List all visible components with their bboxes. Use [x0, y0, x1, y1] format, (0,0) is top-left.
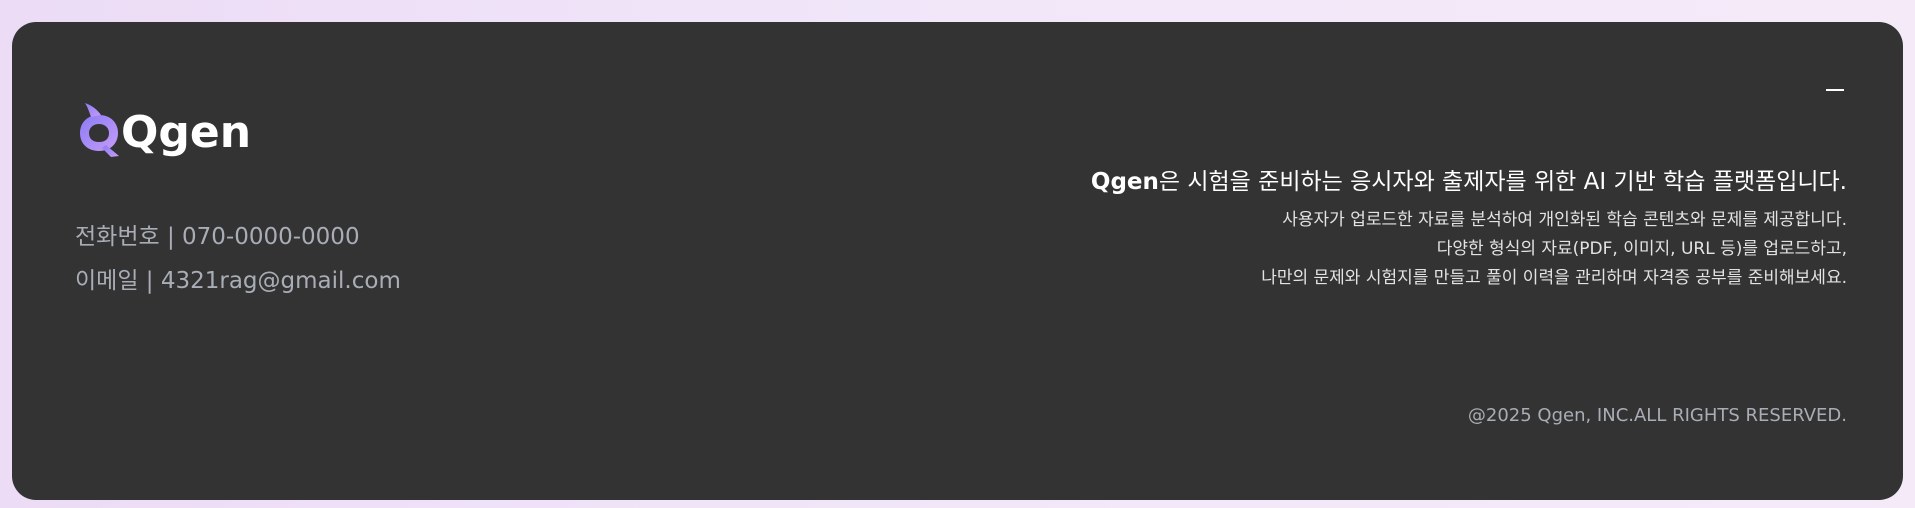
contact-info: 전화번호 | 070-0000-0000 이메일 | 4321rag@gmail… — [75, 215, 401, 303]
headline-text: 은 시험을 준비하는 응시자와 출제자를 위한 AI 기반 학습 플랫폼입니다. — [1158, 169, 1847, 195]
description-line: 사용자가 업로드한 자료를 분석하여 개인화된 학습 콘텐츠와 문제를 제공합니… — [1282, 210, 1847, 230]
copyright-text: @2025 Qgen, INC.ALL RIGHTS RESERVED. — [1467, 405, 1847, 426]
email-text: 이메일 | 4321rag@gmail.com — [75, 268, 401, 294]
site-footer: Qgen 전화번호 | 070-0000-0000 이메일 | 4321rag@… — [12, 22, 1903, 500]
dolphin-q-logo-icon — [80, 103, 119, 157]
minimize-icon[interactable] — [1826, 80, 1846, 100]
brand-name: Qgen — [121, 107, 252, 158]
phone-text: 전화번호 | 070-0000-0000 — [75, 224, 360, 250]
brand-logo[interactable]: Qgen — [75, 95, 401, 165]
intro-headline: Qgen은 시험을 준비하는 응시자와 출제자를 위한 AI 기반 학습 플랫폼… — [1091, 164, 1847, 200]
headline-brand: Qgen — [1090, 169, 1159, 195]
description-line: 다양한 형식의 자료(PDF, 이미지, URL 등)를 업로드하고, — [1436, 239, 1847, 259]
footer-intro: Qgen은 시험을 준비하는 응시자와 출제자를 위한 AI 기반 학습 플랫폼… — [1091, 164, 1847, 293]
intro-description: 사용자가 업로드한 자료를 분석하여 개인화된 학습 콘텐츠와 문제를 제공합니… — [1091, 206, 1847, 293]
description-line: 나만의 문제와 시험지를 만들고 풀이 이력을 관리하며 자격증 공부를 준비해… — [1261, 268, 1847, 288]
footer-left: Qgen 전화번호 | 070-0000-0000 이메일 | 4321rag@… — [75, 95, 401, 303]
